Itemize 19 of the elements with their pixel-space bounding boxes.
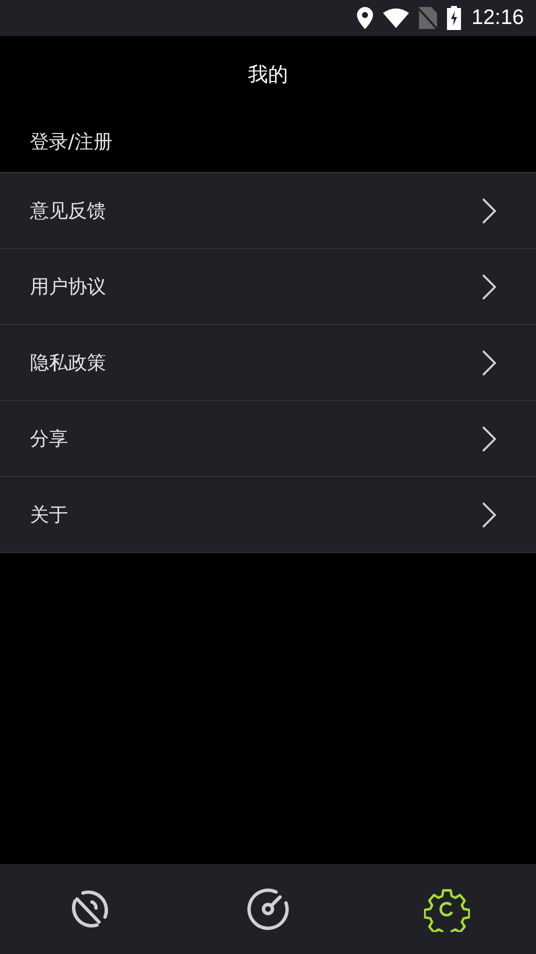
location-pin-icon [357, 7, 374, 29]
no-sim-icon [419, 7, 438, 29]
chevron-right-icon [482, 350, 496, 376]
chevron-right-icon [482, 274, 496, 300]
gauge-icon [246, 887, 290, 931]
chevron-right-icon [482, 198, 496, 224]
settings-icon [424, 886, 470, 932]
menu-item[interactable]: 隐私政策 [0, 324, 536, 400]
menu-item[interactable]: 分享 [0, 400, 536, 476]
menu-item[interactable]: 用户协议 [0, 248, 536, 324]
chevron-right-icon [482, 502, 496, 528]
battery-charging-icon [447, 6, 462, 30]
page-title: 我的 [248, 60, 288, 88]
wifi-icon [383, 8, 410, 28]
menu-item[interactable]: 关于 [0, 476, 536, 552]
menu-item[interactable]: 意见反馈 [0, 172, 536, 248]
status-time: 12:16 [471, 6, 524, 30]
chevron-right-icon [482, 426, 496, 452]
login-register-link[interactable]: 登录/注册 [30, 129, 112, 155]
